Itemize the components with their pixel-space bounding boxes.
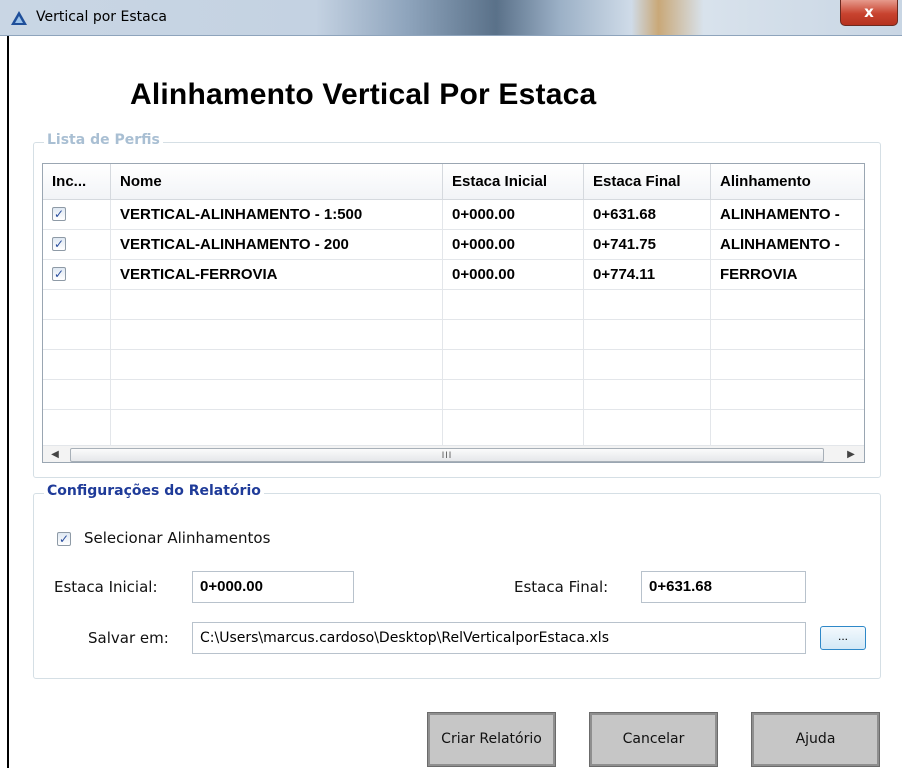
alignment-cell: ALINHAMENTO -: [720, 206, 840, 223]
empty-row: [43, 320, 864, 350]
include-cell[interactable]: ✓: [43, 230, 111, 260]
column-header-end[interactable]: Estaca Final: [584, 164, 711, 200]
browse-button[interactable]: ...: [820, 626, 866, 650]
horizontal-scrollbar[interactable]: ◀ III ▶: [43, 445, 864, 462]
row-checkbox[interactable]: ✓: [52, 237, 66, 251]
empty-row: [43, 410, 864, 445]
create-report-button[interactable]: Criar Relatório: [427, 712, 556, 767]
column-header-start[interactable]: Estaca Inicial: [443, 164, 584, 200]
scroll-thumb[interactable]: III: [70, 448, 824, 462]
name-cell: VERTICAL-ALINHAMENTO - 200: [111, 230, 443, 260]
start-cell: 0+000.00: [443, 230, 584, 260]
window-title: Vertical por Estaca: [36, 9, 167, 25]
include-cell[interactable]: ✓: [43, 200, 111, 230]
window-frame-right: [894, 36, 902, 768]
start-cell: 0+000.00: [443, 260, 584, 290]
alignment-cell: FERROVIA: [720, 266, 798, 283]
start-station-label: Estaca Inicial:: [54, 578, 158, 596]
scroll-right-icon[interactable]: ▶: [843, 448, 859, 462]
scroll-left-icon[interactable]: ◀: [47, 448, 63, 462]
alignment-cell: ALINHAMENTO -: [720, 236, 840, 253]
name-cell: VERTICAL-ALINHAMENTO - 1:500: [111, 200, 443, 230]
include-cell[interactable]: ✓: [43, 260, 111, 290]
table-row[interactable]: ✓ VERTICAL-FERROVIA 0+000.00 0+774.11 FE…: [43, 260, 864, 290]
row-checkbox[interactable]: ✓: [52, 267, 66, 281]
table-header: Inc... Nome Estaca Inicial Estaca Final …: [43, 164, 864, 200]
dialog-heading: Alinhamento Vertical Por Estaca: [130, 78, 597, 111]
table-row[interactable]: ✓ VERTICAL-ALINHAMENTO - 1:500 0+000.00 …: [43, 200, 864, 230]
start-station-input[interactable]: 0+000.00: [192, 571, 354, 603]
column-header-alignment[interactable]: Alinhamento: [711, 164, 864, 200]
save-path-input[interactable]: C:\Users\marcus.cardoso\Desktop\RelVerti…: [192, 622, 806, 654]
close-button[interactable]: x: [840, 0, 898, 26]
end-station-label: Estaca Final:: [514, 578, 609, 596]
report-settings-legend: Configurações do Relatório: [44, 483, 264, 499]
row-checkbox[interactable]: ✓: [52, 207, 66, 221]
end-cell: 0+741.75: [584, 230, 711, 260]
empty-row: [43, 380, 864, 410]
table-row[interactable]: ✓ VERTICAL-ALINHAMENTO - 200 0+000.00 0+…: [43, 230, 864, 260]
empty-row: [43, 350, 864, 380]
title-bar[interactable]: Vertical por Estaca x: [0, 0, 902, 36]
select-alignments-label[interactable]: Selecionar Alinhamentos: [84, 529, 270, 547]
end-cell: 0+774.11: [584, 260, 711, 290]
window-frame-left: [0, 36, 9, 768]
help-button[interactable]: Ajuda: [751, 712, 880, 767]
end-cell: 0+631.68: [584, 200, 711, 230]
profiles-table[interactable]: Inc... Nome Estaca Inicial Estaca Final …: [42, 163, 865, 463]
save-path-label: Salvar em:: [88, 629, 169, 647]
profiles-legend: Lista de Perfis: [44, 132, 163, 148]
start-cell: 0+000.00: [443, 200, 584, 230]
empty-row: [43, 290, 864, 320]
end-station-input[interactable]: 0+631.68: [641, 571, 806, 603]
select-alignments-checkbox[interactable]: ✓: [57, 532, 71, 546]
name-cell: VERTICAL-FERROVIA: [111, 260, 443, 290]
app-icon: [11, 11, 27, 25]
column-header-include[interactable]: Inc...: [43, 164, 111, 200]
cancel-button[interactable]: Cancelar: [589, 712, 718, 767]
close-icon: x: [864, 3, 874, 21]
column-header-name[interactable]: Nome: [111, 164, 443, 200]
